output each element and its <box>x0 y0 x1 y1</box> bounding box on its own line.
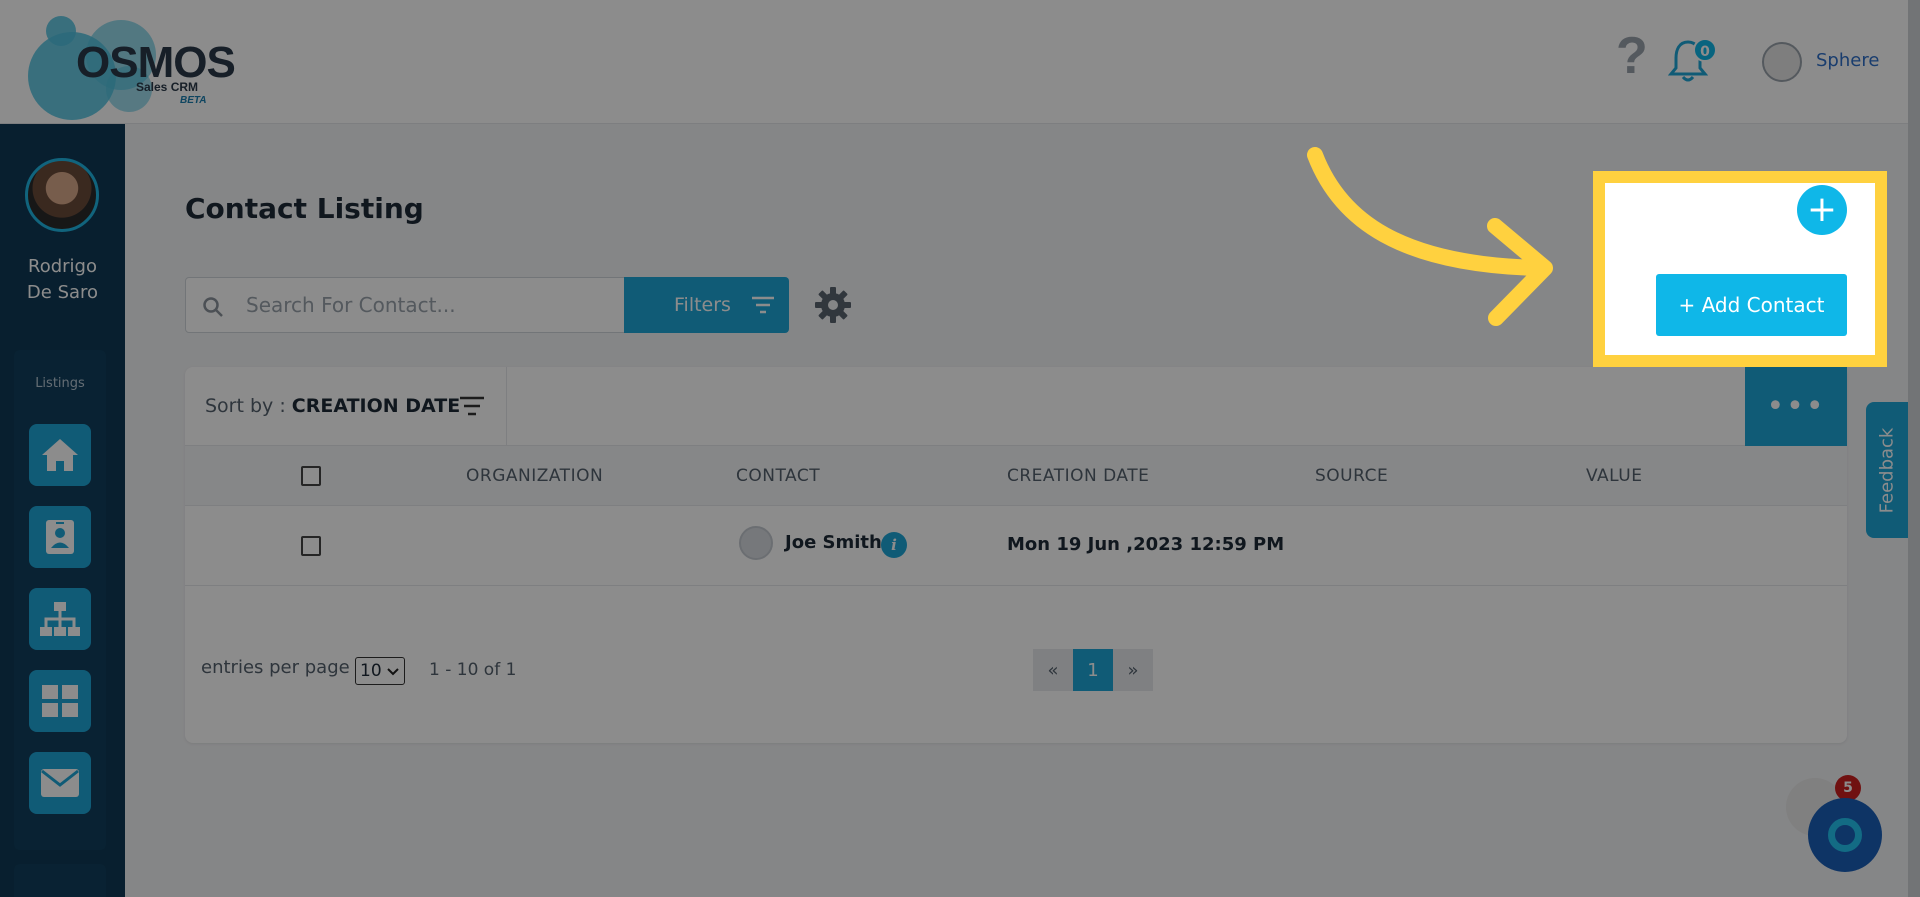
pointer-arrow-icon <box>1307 147 1553 326</box>
add-contact-button[interactable]: + Add Contact <box>1656 274 1847 336</box>
dim-overlay <box>0 0 1920 897</box>
add-circle-button[interactable]: + <box>1797 185 1847 235</box>
